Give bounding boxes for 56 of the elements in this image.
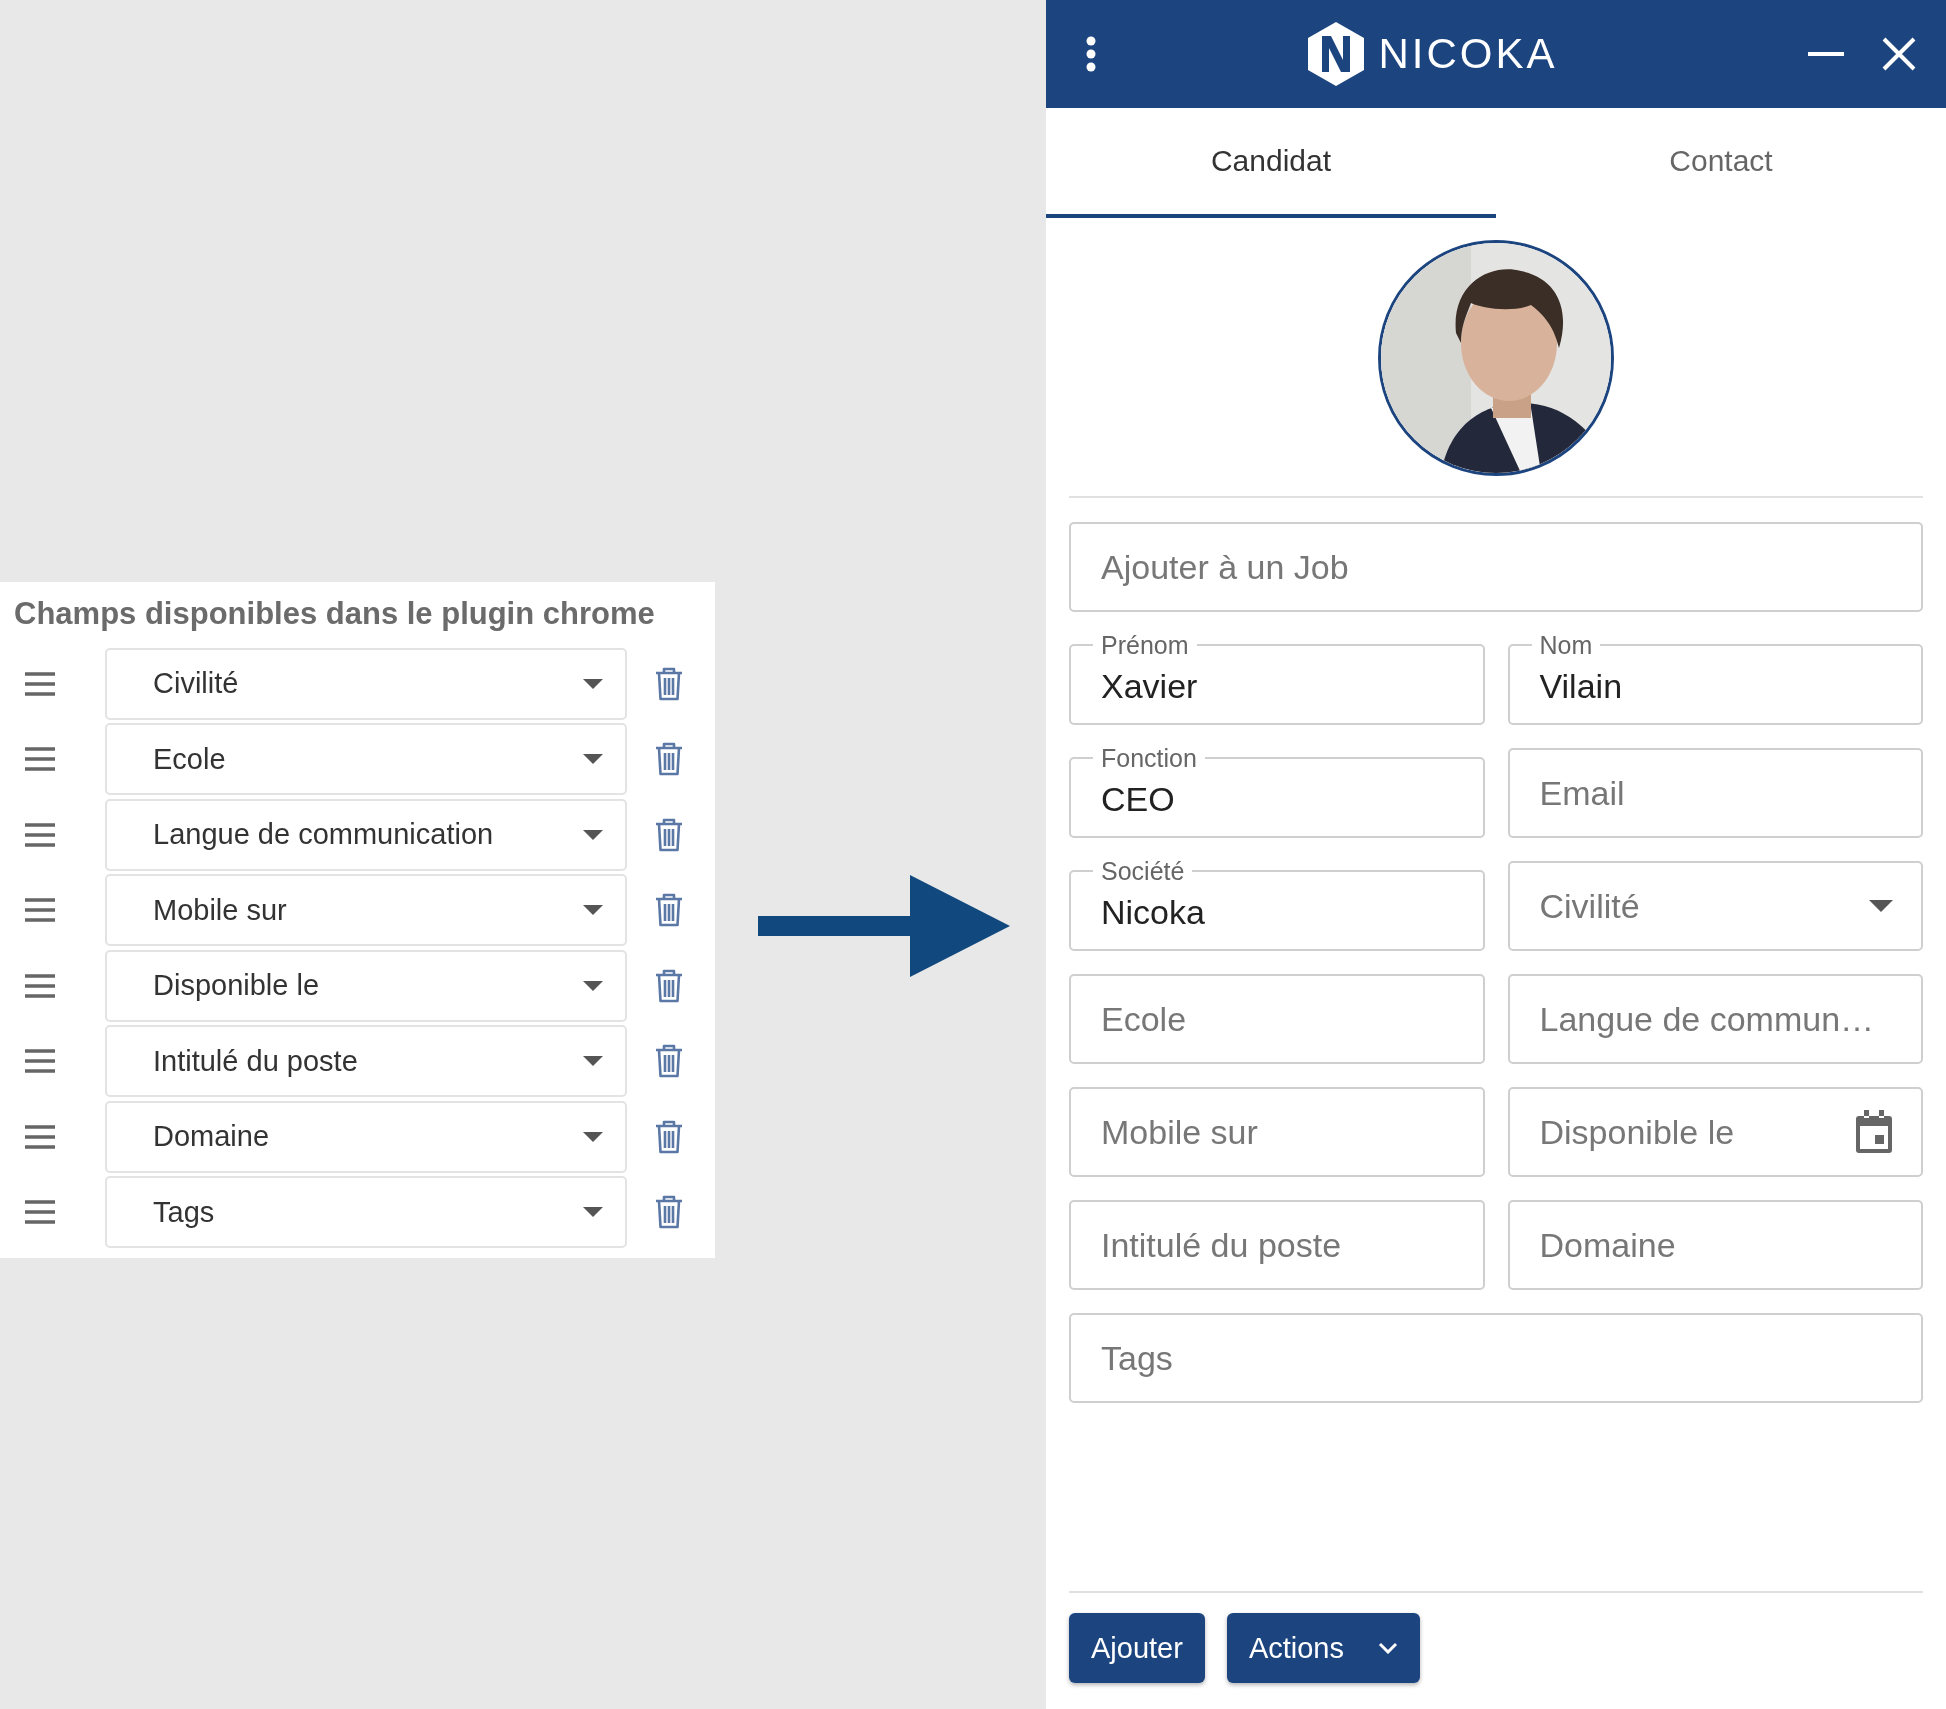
input-field[interactable]: Société Nicoka bbox=[1069, 858, 1485, 951]
field-select[interactable]: Langue de communication bbox=[105, 798, 627, 871]
field-select[interactable]: Ecole bbox=[105, 723, 627, 796]
drag-handle-icon[interactable] bbox=[25, 1124, 55, 1149]
trash-icon[interactable] bbox=[655, 893, 683, 928]
hexagon-logo-icon bbox=[1308, 22, 1365, 86]
drag-handle-icon[interactable] bbox=[25, 671, 55, 696]
trash-icon[interactable] bbox=[655, 1119, 683, 1154]
drag-handle-icon[interactable] bbox=[25, 1049, 55, 1074]
date-field[interactable]: Disponible le bbox=[1507, 1087, 1923, 1177]
dropdown-icon bbox=[583, 678, 603, 689]
trash-icon[interactable] bbox=[655, 666, 683, 701]
drag-handle-icon[interactable] bbox=[25, 1200, 55, 1225]
drag-handle-icon[interactable] bbox=[25, 747, 55, 772]
trash-icon[interactable] bbox=[655, 968, 683, 1003]
drag-handle-icon[interactable] bbox=[25, 973, 55, 998]
field-select[interactable]: Intitulé du poste bbox=[105, 1025, 627, 1098]
dropdown-icon bbox=[583, 905, 603, 916]
arrow-icon bbox=[758, 875, 1010, 977]
field-select[interactable]: Mobile sur bbox=[105, 874, 627, 947]
trash-icon[interactable] bbox=[655, 1195, 683, 1230]
actions-button[interactable]: Actions bbox=[1226, 1613, 1420, 1683]
panel-title: Champs disponibles dans le plugin chrome bbox=[13, 595, 656, 633]
input-field[interactable]: Intitulé du poste bbox=[1069, 1200, 1485, 1290]
input-field[interactable]: Ajouter à un Job bbox=[1069, 522, 1923, 612]
select-field[interactable]: Civilité bbox=[1507, 861, 1923, 951]
dropdown-icon bbox=[583, 1056, 603, 1067]
caret-icon bbox=[1378, 1642, 1398, 1654]
field-select[interactable]: Civilité bbox=[105, 647, 627, 720]
input-field[interactable]: Mobile sur bbox=[1069, 1087, 1485, 1177]
input-field[interactable]: Email bbox=[1507, 748, 1923, 838]
menu-icon[interactable] bbox=[1086, 36, 1096, 72]
add-button[interactable]: Ajouter bbox=[1069, 1613, 1205, 1683]
calendar-icon bbox=[1855, 1110, 1893, 1154]
input-field[interactable]: Langue de commun… bbox=[1507, 974, 1923, 1064]
trash-icon[interactable] bbox=[655, 742, 683, 777]
close-icon[interactable] bbox=[1882, 37, 1916, 71]
dropdown-icon bbox=[1869, 900, 1893, 912]
dropdown-icon bbox=[583, 829, 603, 840]
field-select[interactable]: Domaine bbox=[105, 1100, 627, 1173]
dropdown-icon bbox=[583, 1131, 603, 1142]
input-field[interactable]: Domaine bbox=[1507, 1200, 1923, 1290]
drag-handle-icon[interactable] bbox=[25, 898, 55, 923]
field-select[interactable]: Disponible le bbox=[105, 949, 627, 1022]
input-field[interactable]: Tags bbox=[1069, 1313, 1923, 1403]
input-field[interactable]: Fonction CEO bbox=[1069, 745, 1485, 838]
input-field[interactable]: Ecole bbox=[1069, 974, 1485, 1064]
dropdown-icon bbox=[583, 754, 603, 765]
field-select[interactable]: Tags bbox=[105, 1176, 627, 1249]
drag-handle-icon[interactable] bbox=[25, 822, 55, 847]
dropdown-icon bbox=[583, 1207, 603, 1218]
trash-icon[interactable] bbox=[655, 1044, 683, 1079]
input-field[interactable]: Prénom Xavier bbox=[1069, 632, 1485, 725]
brand-name: NICOKA bbox=[1378, 30, 1558, 78]
trash-icon[interactable] bbox=[655, 817, 683, 852]
dropdown-icon bbox=[583, 980, 603, 991]
